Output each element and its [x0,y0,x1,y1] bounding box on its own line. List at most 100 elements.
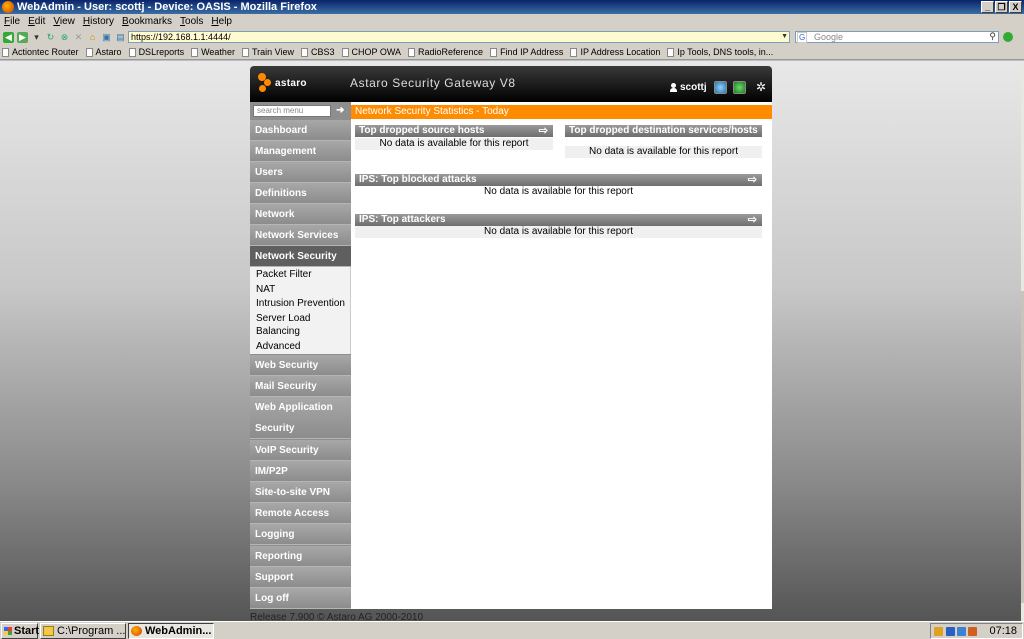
url-dropdown-icon[interactable]: ▼ [781,32,788,42]
page-icon [408,47,416,57]
reload-icon[interactable]: ↻ [45,32,56,43]
forward-icon[interactable]: ▶ [17,31,28,43]
history-dropdown-icon[interactable]: ▾ [31,32,42,43]
submenu-balancing[interactable]: Balancing [256,325,300,338]
print-icon[interactable]: ▤ [115,32,126,43]
arrow-right-icon[interactable]: ⇨ [539,125,548,137]
clock[interactable]: 07:18 [989,625,1017,637]
sidebar-item-network-services[interactable]: Network Services [250,225,351,246]
bookmark-item[interactable]: CBS3 [300,47,335,57]
sidebar-item-dashboard[interactable]: Dashboard [250,120,351,141]
page-icon [241,47,249,57]
close-button[interactable]: X [1009,1,1022,13]
menu-view[interactable]: View [53,16,75,27]
help-icon[interactable] [714,81,727,94]
start-button[interactable]: Start [1,623,39,639]
menu-history[interactable]: History [83,16,114,27]
footer-copyright: Release 7.900 © Astaro AG 2000-2010 [250,612,424,621]
main-content: Network Security Statistics - Today Top … [351,102,772,609]
sidebar-item-im-p2p[interactable]: IM/P2P [250,461,351,482]
cancel-icon[interactable]: ✕ [73,32,84,43]
menu-help[interactable]: Help [211,16,232,27]
menu-edit[interactable]: Edit [28,16,45,27]
submenu-nat[interactable]: NAT [256,283,275,296]
arrow-right-icon[interactable]: ⇨ [748,174,757,186]
addon-icon[interactable] [1003,32,1013,42]
settings-gear-icon[interactable]: ✲ [756,80,766,94]
url-text: https://192.168.1.1:4444/ [131,32,231,42]
tray-app-icon[interactable] [934,627,943,636]
sidebar-item-label: Web Application [255,402,333,413]
sidebar-item-definitions[interactable]: Definitions [250,183,351,204]
home-icon[interactable]: ⌂ [87,32,98,43]
submenu-intrusion-prevention[interactable]: Intrusion Prevention [256,297,345,310]
bookmarks-toolbar: Actiontec Router Astaro DSLreports Weath… [0,45,1024,60]
sidebar-item-site-to-site-vpn[interactable]: Site-to-site VPN [250,482,351,503]
current-user[interactable]: scottj [670,82,707,93]
sidebar-item-log-off[interactable]: Log off [250,588,351,609]
astaro-logo-icon [258,73,272,93]
bookmark-item[interactable]: Find IP Address [490,47,563,57]
submenu-advanced[interactable]: Advanced [256,340,300,353]
sidebar-item-network[interactable]: Network [250,204,351,225]
sidebar-item-users[interactable]: Users [250,162,351,183]
bookmark-item[interactable]: CHOP OWA [341,47,401,57]
sidebar-item-remote-access[interactable]: Remote Access [250,503,351,524]
folder-icon [43,626,54,636]
submenu-server-load[interactable]: Server Load [256,312,310,325]
refresh-icon[interactable] [733,81,746,94]
sidebar-item-reporting[interactable]: Reporting [250,546,351,567]
sidebar-item-voip-security[interactable]: VoIP Security [250,440,351,461]
search-menu-go-icon[interactable]: ➜ [336,105,344,116]
bookmark-item[interactable]: Train View [241,47,294,57]
submenu-packet-filter[interactable]: Packet Filter [256,268,312,281]
taskbar-explorer[interactable]: C:\Program ... [40,623,126,639]
search-input[interactable]: G Google ⚲ [795,31,999,43]
bookmark-item[interactable]: Weather [191,47,235,57]
network-icon[interactable] [957,627,966,636]
back-icon[interactable]: ◀ [3,31,14,43]
bookmark-item[interactable]: DSLreports [128,47,184,57]
menu-tools[interactable]: Tools [180,16,203,27]
sidebar-item-mail-security[interactable]: Mail Security [250,376,351,397]
window-title-bar: WebAdmin - User: scottj - Device: OASIS … [0,0,1024,14]
taskbar-firefox[interactable]: WebAdmin... [128,623,214,639]
panel-header-top-dropped-destination: Top dropped destination services/hosts [565,125,762,137]
bookmark-item[interactable]: Astaro [85,47,122,57]
panel-title: Top dropped source hosts [359,125,485,136]
task-label: C:\Program ... [57,625,126,637]
sidebar-item-network-security[interactable]: Network Security [250,246,351,267]
panel-message: No data is available for this report [355,226,762,238]
page-icon [128,47,136,57]
bookmark-item[interactable]: Ip Tools, DNS tools, in... [667,47,773,57]
stop-icon[interactable]: ⊗ [59,32,70,43]
search-menu-input[interactable]: search menu [253,105,331,117]
bookmark-item[interactable]: IP Address Location [570,47,660,57]
sidebar-item-web-security[interactable]: Web Security [250,355,351,376]
search-engine-icon[interactable]: G [797,32,808,43]
taskbar: Start C:\Program ... WebAdmin... 07:18 [0,621,1024,639]
url-bar[interactable]: https://192.168.1.1:4444/ ▼ [128,31,790,43]
sidebar-item-support[interactable]: Support [250,567,351,588]
bookmark-item[interactable]: Actiontec Router [2,47,79,57]
menu-bar: File Edit View History Bookmarks Tools H… [0,14,1024,29]
shield-icon[interactable] [946,627,955,636]
page-icon [2,47,9,57]
astaro-logo[interactable]: astaro [258,73,307,93]
sidebar-item-logging[interactable]: Logging [250,524,351,545]
bookmark-icon[interactable]: ▣ [101,32,112,43]
menu-file[interactable]: File [4,16,20,27]
panel-message: No data is available for this report [355,138,553,150]
volume-icon[interactable] [968,627,977,636]
minimize-button[interactable]: _ [981,1,994,13]
search-icon[interactable]: ⚲ [989,31,996,41]
sidebar-item-web-application-security[interactable]: Web Application Security [250,397,351,439]
sidebar-item-management[interactable]: Management [250,141,351,162]
window-title: WebAdmin - User: scottj - Device: OASIS … [17,1,317,13]
task-label: WebAdmin... [145,625,212,637]
arrow-right-icon[interactable]: ⇨ [748,214,757,226]
sidebar-item-label: Security [255,423,295,434]
restore-button[interactable]: ❐ [995,1,1008,13]
menu-bookmarks[interactable]: Bookmarks [122,16,172,27]
bookmark-item[interactable]: RadioReference [408,47,483,57]
